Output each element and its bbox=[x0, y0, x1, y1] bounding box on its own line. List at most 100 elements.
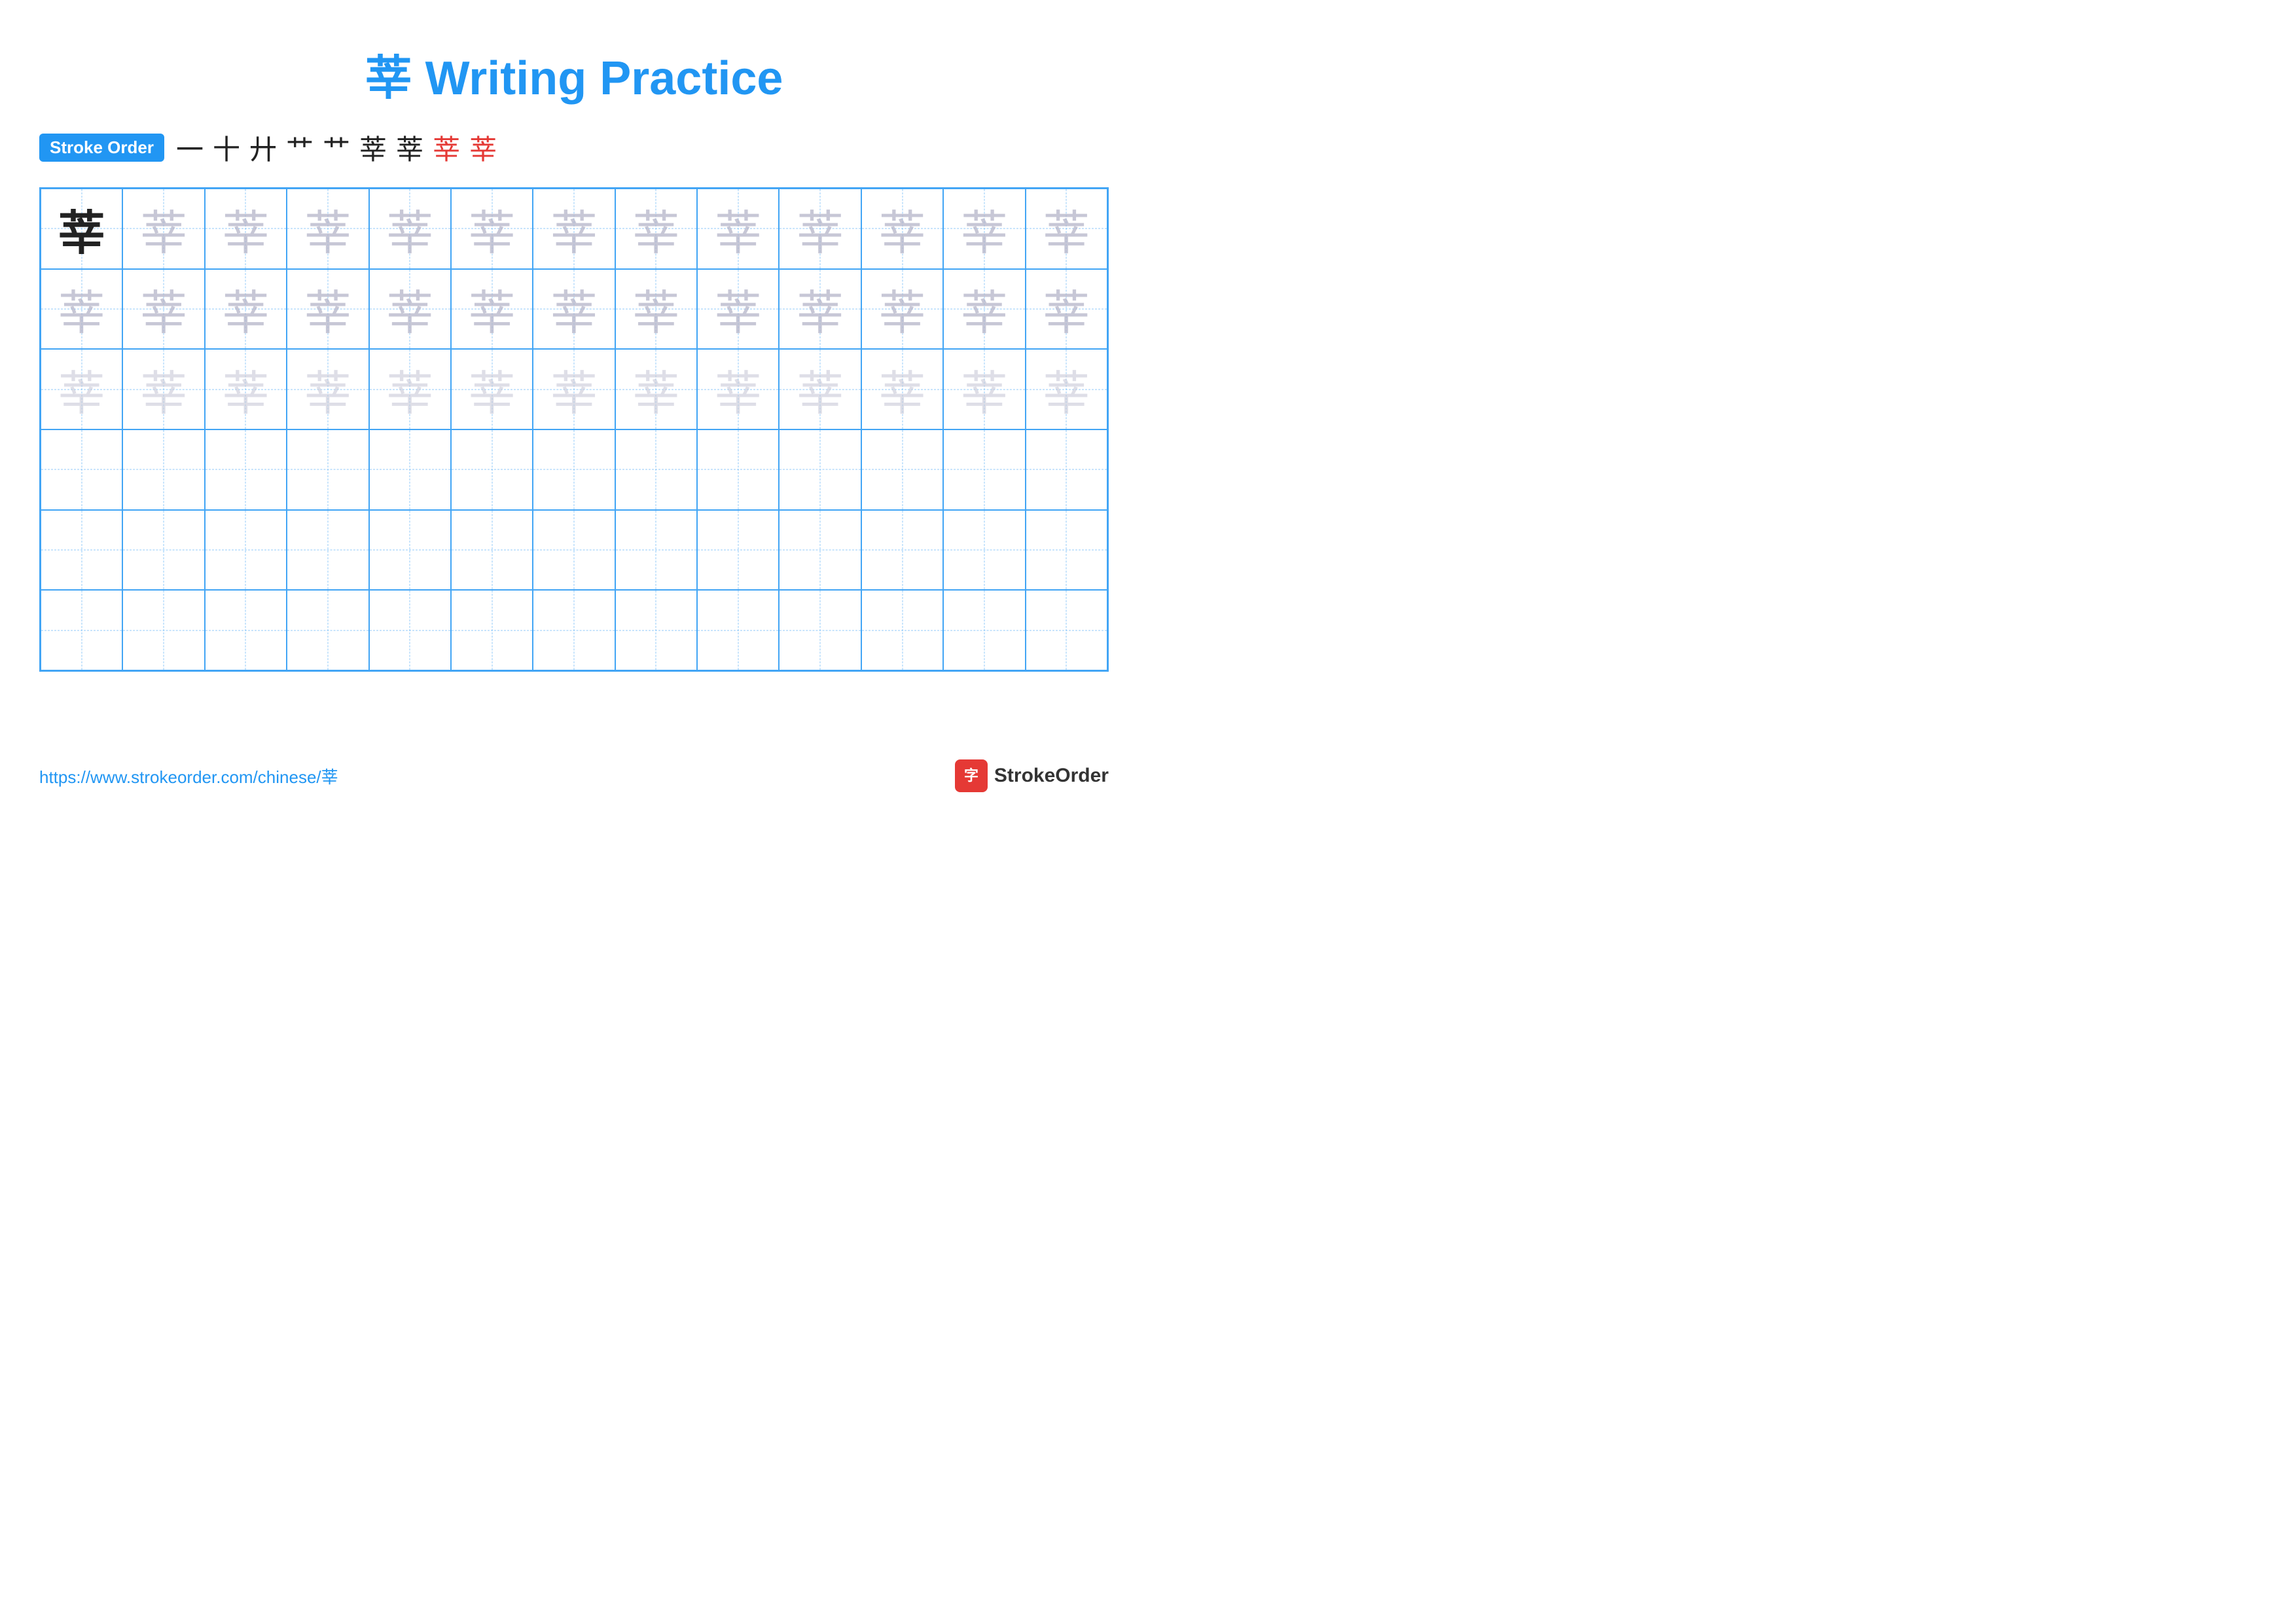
grid-cell-r5c8[interactable] bbox=[615, 510, 697, 591]
grid-cell-r4c8[interactable] bbox=[615, 429, 697, 510]
char-r3c4: 莘 bbox=[304, 355, 351, 424]
logo-icon: 字 bbox=[955, 759, 988, 792]
char-r1c7: 莘 bbox=[550, 194, 598, 263]
footer-url[interactable]: https://www.strokeorder.com/chinese/莘 bbox=[39, 764, 338, 788]
grid-cell-r4c3[interactable] bbox=[205, 429, 287, 510]
grid-cell-r6c3[interactable] bbox=[205, 590, 287, 670]
grid-cell-r4c1[interactable] bbox=[41, 429, 122, 510]
grid-cell-r3c1: 莘 bbox=[41, 349, 122, 429]
grid-cell-r3c6: 莘 bbox=[451, 349, 533, 429]
grid-cell-r4c11[interactable] bbox=[861, 429, 943, 510]
grid-cell-r3c9: 莘 bbox=[697, 349, 779, 429]
stroke-8: 莘 bbox=[433, 128, 460, 168]
stroke-order-row: Stroke Order 一 十 廾 艹 艹 莘 莘 莘 莘 bbox=[39, 128, 1109, 168]
char-r3c7: 莘 bbox=[550, 355, 598, 424]
grid-cell-r2c4: 莘 bbox=[287, 269, 368, 350]
grid-cell-r1c8: 莘 bbox=[615, 189, 697, 269]
grid-cell-r2c5: 莘 bbox=[369, 269, 451, 350]
char-r1c6: 莘 bbox=[469, 194, 516, 263]
grid-cell-r6c10[interactable] bbox=[779, 590, 861, 670]
grid-cell-r6c4[interactable] bbox=[287, 590, 368, 670]
grid-cell-r1c11: 莘 bbox=[861, 189, 943, 269]
grid-cell-r5c1[interactable] bbox=[41, 510, 122, 591]
char-r2c1: 莘 bbox=[58, 274, 105, 343]
grid-cell-r3c13: 莘 bbox=[1026, 349, 1107, 429]
stroke-1: 一 bbox=[176, 128, 204, 168]
grid-cell-r1c5: 莘 bbox=[369, 189, 451, 269]
grid-cell-r4c7[interactable] bbox=[533, 429, 615, 510]
grid-cell-r6c5[interactable] bbox=[369, 590, 451, 670]
grid-cell-r5c12[interactable] bbox=[943, 510, 1025, 591]
grid-cell-r4c4[interactable] bbox=[287, 429, 368, 510]
svg-text:字: 字 bbox=[964, 767, 978, 784]
grid-cell-r1c4: 莘 bbox=[287, 189, 368, 269]
grid-cell-r6c1[interactable] bbox=[41, 590, 122, 670]
stroke-6: 莘 bbox=[359, 128, 387, 168]
grid-cell-r6c11[interactable] bbox=[861, 590, 943, 670]
grid-cell-r6c2[interactable] bbox=[122, 590, 204, 670]
practice-grid: 莘 莘 莘 莘 莘 莘 莘 莘 莘 莘 莘 莘 莘 莘 莘 莘 莘 莘 莘 莘 … bbox=[39, 187, 1109, 672]
grid-cell-r5c4[interactable] bbox=[287, 510, 368, 591]
stroke-2: 十 bbox=[213, 128, 240, 168]
char-r3c2: 莘 bbox=[140, 355, 187, 424]
char-r2c6: 莘 bbox=[469, 274, 516, 343]
grid-cell-r5c11[interactable] bbox=[861, 510, 943, 591]
grid-cell-r3c10: 莘 bbox=[779, 349, 861, 429]
grid-cell-r4c6[interactable] bbox=[451, 429, 533, 510]
grid-cell-r2c1: 莘 bbox=[41, 269, 122, 350]
grid-cell-r5c10[interactable] bbox=[779, 510, 861, 591]
char-r1c9: 莘 bbox=[715, 194, 762, 263]
char-r1c2: 莘 bbox=[140, 194, 187, 263]
grid-cell-r1c10: 莘 bbox=[779, 189, 861, 269]
grid-cell-r6c12[interactable] bbox=[943, 590, 1025, 670]
page-title: 莘 Writing Practice bbox=[39, 39, 1109, 108]
grid-cell-r1c1: 莘 bbox=[41, 189, 122, 269]
grid-cell-r6c6[interactable] bbox=[451, 590, 533, 670]
stroke-9: 莘 bbox=[469, 128, 497, 168]
char-r3c11: 莘 bbox=[879, 355, 926, 424]
stroke-sequence: 一 十 廾 艹 艹 莘 莘 莘 莘 bbox=[176, 128, 497, 168]
grid-cell-r1c13: 莘 bbox=[1026, 189, 1107, 269]
grid-cell-r2c11: 莘 bbox=[861, 269, 943, 350]
char-r2c5: 莘 bbox=[386, 274, 433, 343]
char-r3c3: 莘 bbox=[222, 355, 269, 424]
grid-cell-r4c2[interactable] bbox=[122, 429, 204, 510]
footer: https://www.strokeorder.com/chinese/莘 字 … bbox=[39, 759, 1109, 792]
grid-cell-r6c7[interactable] bbox=[533, 590, 615, 670]
grid-cell-r5c13[interactable] bbox=[1026, 510, 1107, 591]
char-r2c10: 莘 bbox=[797, 274, 844, 343]
char-r2c3: 莘 bbox=[222, 274, 269, 343]
grid-cell-r4c5[interactable] bbox=[369, 429, 451, 510]
grid-cell-r3c2: 莘 bbox=[122, 349, 204, 429]
char-r1c11: 莘 bbox=[879, 194, 926, 263]
grid-cell-r4c9[interactable] bbox=[697, 429, 779, 510]
char-r1c1: 莘 bbox=[58, 194, 105, 263]
grid-cell-r2c6: 莘 bbox=[451, 269, 533, 350]
grid-cell-r6c9[interactable] bbox=[697, 590, 779, 670]
char-r2c12: 莘 bbox=[961, 274, 1008, 343]
grid-cell-r6c8[interactable] bbox=[615, 590, 697, 670]
grid-cell-r6c13[interactable] bbox=[1026, 590, 1107, 670]
grid-cell-r2c10: 莘 bbox=[779, 269, 861, 350]
page: 莘 Writing Practice Stroke Order 一 十 廾 艹 … bbox=[0, 0, 1148, 812]
char-r3c12: 莘 bbox=[961, 355, 1008, 424]
grid-cell-r5c6[interactable] bbox=[451, 510, 533, 591]
grid-cell-r5c7[interactable] bbox=[533, 510, 615, 591]
grid-cell-r4c13[interactable] bbox=[1026, 429, 1107, 510]
grid-cell-r3c5: 莘 bbox=[369, 349, 451, 429]
grid-cell-r3c12: 莘 bbox=[943, 349, 1025, 429]
char-r1c5: 莘 bbox=[386, 194, 433, 263]
grid-cell-r1c9: 莘 bbox=[697, 189, 779, 269]
grid-cell-r1c3: 莘 bbox=[205, 189, 287, 269]
grid-cell-r5c9[interactable] bbox=[697, 510, 779, 591]
footer-logo: 字 StrokeOrder bbox=[955, 759, 1109, 792]
stroke-order-badge: Stroke Order bbox=[39, 134, 164, 162]
grid-cell-r5c3[interactable] bbox=[205, 510, 287, 591]
grid-cell-r2c3: 莘 bbox=[205, 269, 287, 350]
grid-cell-r2c8: 莘 bbox=[615, 269, 697, 350]
grid-cell-r5c2[interactable] bbox=[122, 510, 204, 591]
grid-cell-r5c5[interactable] bbox=[369, 510, 451, 591]
grid-cell-r4c12[interactable] bbox=[943, 429, 1025, 510]
char-r3c9: 莘 bbox=[715, 355, 762, 424]
grid-cell-r4c10[interactable] bbox=[779, 429, 861, 510]
